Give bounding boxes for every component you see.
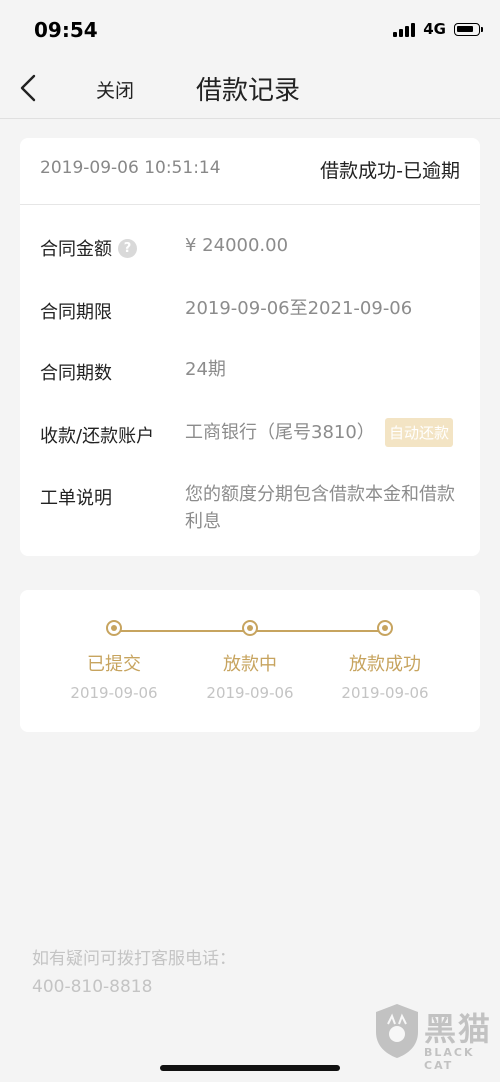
status-indicators: 4G bbox=[393, 20, 483, 38]
account-value: 工商银行（尾号3810） bbox=[185, 422, 375, 443]
step-date: 2019-09-06 bbox=[70, 684, 158, 702]
customer-service-phone[interactable]: 400-810-8818 bbox=[32, 973, 236, 1001]
question-mark-icon[interactable]: ? bbox=[118, 238, 137, 258]
step-date: 2019-09-06 bbox=[341, 684, 429, 702]
signal-icon bbox=[393, 21, 416, 37]
nav-bar: 关闭 借款记录 bbox=[0, 60, 500, 119]
record-datetime: 2019-09-06 10:51:14 bbox=[40, 158, 221, 178]
page-title: 借款记录 bbox=[196, 76, 301, 106]
step-dot-icon bbox=[106, 620, 122, 636]
home-indicator[interactable] bbox=[160, 1065, 340, 1071]
contract-periods-label: 合同期数 bbox=[40, 363, 112, 384]
step-label: 放款中 bbox=[223, 654, 277, 675]
contract-periods-value: 24期 bbox=[185, 359, 226, 380]
account-label: 收款/还款账户 bbox=[40, 426, 155, 447]
status-time: 09:54 bbox=[34, 18, 98, 42]
step-dot-icon bbox=[377, 620, 393, 636]
customer-service-info: 如有疑问可拨打客服电话： 400-810-8818 bbox=[32, 945, 236, 1001]
record-header: 2019-09-06 10:51:14 借款成功-已逾期 bbox=[20, 138, 480, 205]
watermark-name-cn: 黑猫 bbox=[424, 1010, 493, 1048]
step-dot-icon bbox=[242, 620, 258, 636]
step-label: 已提交 bbox=[87, 654, 141, 675]
status-bar: 09:54 4G bbox=[0, 0, 500, 60]
contract-amount-value: ¥ 24000.00 bbox=[185, 235, 289, 256]
battery-icon bbox=[454, 22, 483, 36]
contract-amount-label: 合同金额 bbox=[40, 239, 112, 260]
customer-service-text: 如有疑问可拨打客服电话： bbox=[32, 949, 236, 969]
contract-term-value: 2019-09-06至2021-09-06 bbox=[185, 298, 413, 319]
description-value: 您的额度分期包含借款本金和借款利息 bbox=[185, 484, 455, 532]
loan-progress-card: 已提交 2019-09-06 放款中 2019-09-06 放款成功 2019-… bbox=[20, 590, 480, 732]
record-status: 借款成功-已逾期 bbox=[320, 160, 460, 182]
auto-repay-badge: 自动还款 bbox=[385, 418, 454, 447]
description-label: 工单说明 bbox=[40, 488, 112, 509]
step-disbursed: 放款成功 2019-09-06 bbox=[325, 620, 445, 702]
black-cat-logo-icon bbox=[376, 1004, 418, 1058]
step-date: 2019-09-06 bbox=[206, 684, 294, 702]
network-type: 4G bbox=[423, 20, 446, 38]
watermark: 黑猫 BLACK CAT bbox=[374, 1000, 494, 1078]
close-button[interactable]: 关闭 bbox=[96, 76, 134, 103]
contract-term-label: 合同期限 bbox=[40, 302, 112, 323]
loan-record-card: 2019-09-06 10:51:14 借款成功-已逾期 合同金额 ? ¥ 24… bbox=[20, 138, 480, 556]
step-submitted: 已提交 2019-09-06 bbox=[54, 620, 174, 702]
chevron-left-icon bbox=[20, 74, 36, 102]
watermark-name-en: BLACK CAT bbox=[424, 1046, 475, 1072]
step-disbursing: 放款中 2019-09-06 bbox=[190, 620, 310, 702]
step-label: 放款成功 bbox=[349, 654, 421, 675]
back-button[interactable] bbox=[14, 70, 46, 106]
